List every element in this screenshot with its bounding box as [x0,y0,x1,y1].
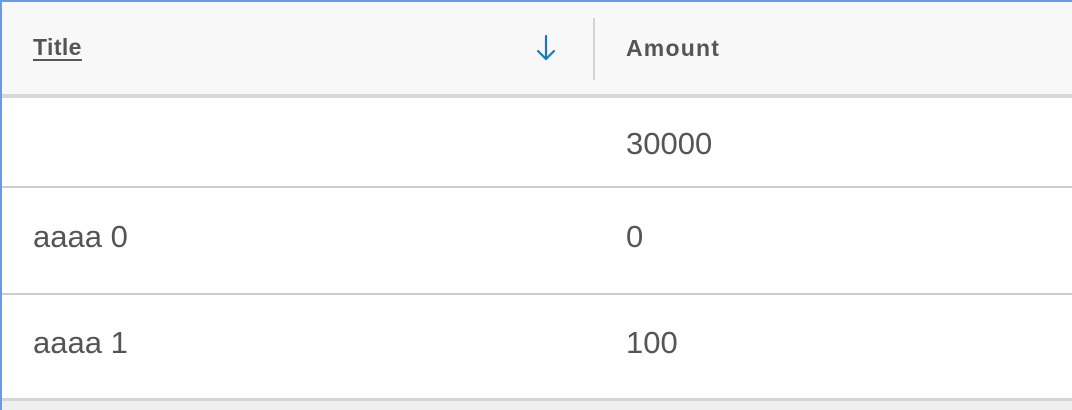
table-row[interactable]: aaaa 0 0 [2,188,1072,292]
table-row[interactable]: aaaa 1 100 [2,295,1072,398]
cell-amount: 0 [626,219,644,254]
cell-title: aaaa 0 [33,219,128,254]
grid-footer [2,398,1072,410]
arrow-down-icon[interactable] [535,34,557,62]
grid-header-row: Title Amount [2,2,1072,98]
cell-title: aaaa 1 [33,325,128,360]
column-header-amount[interactable]: Amount [626,35,720,62]
data-grid: Title Amount 30000 aaaa 0 0 aaaa 1 100 [0,0,1072,410]
column-resize-handle[interactable] [593,18,595,80]
table-row[interactable]: 30000 [2,98,1072,186]
cell-amount: 30000 [626,126,713,161]
column-header-title[interactable]: Title [33,34,82,61]
cell-amount: 100 [626,325,678,360]
